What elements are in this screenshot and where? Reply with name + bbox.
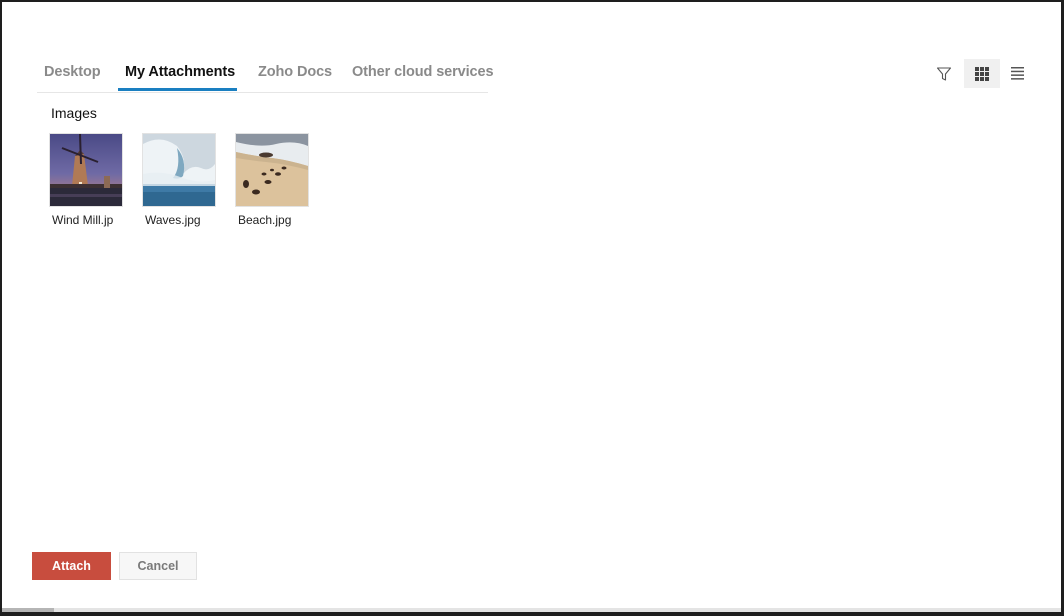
scrollbar-thumb[interactable] (2, 608, 54, 612)
list-view-button[interactable] (1000, 59, 1036, 88)
windmill-image-icon (50, 134, 122, 206)
tab-desktop[interactable]: Desktop (44, 64, 101, 80)
tab-zoho-docs[interactable]: Zoho Docs (258, 64, 332, 80)
grid-icon (975, 66, 989, 81)
file-name: Wind Mill.jp (52, 213, 114, 227)
grid-view-button[interactable] (964, 59, 1000, 88)
beach-image-icon (236, 134, 308, 206)
list-icon (1011, 67, 1024, 80)
attach-dialog: Desktop My Attachments Zoho Docs Other c… (2, 2, 1061, 612)
filter-icon (936, 66, 952, 81)
filter-button[interactable] (926, 59, 962, 88)
images-section-title: Images (51, 105, 97, 121)
attach-button[interactable]: Attach (32, 552, 111, 580)
source-tabs: Desktop My Attachments Zoho Docs Other c… (37, 54, 494, 93)
file-item-waves[interactable]: Waves.jpg (142, 133, 216, 227)
file-name: Waves.jpg (145, 213, 201, 227)
file-item-beach[interactable]: Beach.jpg (235, 133, 309, 227)
waves-image-icon (143, 134, 215, 206)
tab-other-cloud-services[interactable]: Other cloud services (352, 64, 494, 80)
thumbnail-waves (142, 133, 216, 207)
horizontal-scrollbar[interactable] (2, 608, 1061, 612)
thumbnail-beach (235, 133, 309, 207)
file-item-wind-mill[interactable]: Wind Mill.jp (49, 133, 123, 227)
tab-my-attachments[interactable]: My Attachments (125, 64, 235, 80)
thumbnail-wind-mill (49, 133, 123, 207)
cancel-button[interactable]: Cancel (119, 552, 197, 580)
file-name: Beach.jpg (238, 213, 292, 227)
active-tab-indicator (118, 88, 237, 91)
